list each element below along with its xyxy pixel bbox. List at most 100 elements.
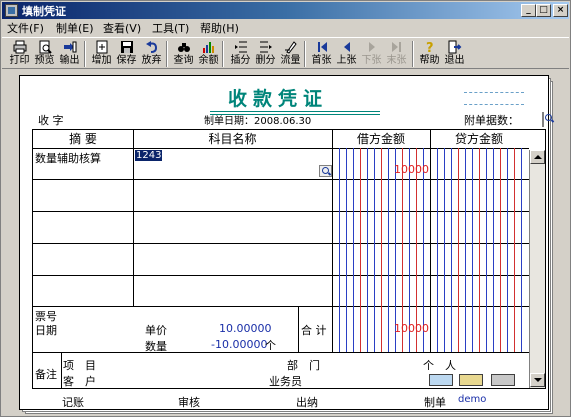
first-button[interactable]: 首张 [310,39,333,68]
voucher-grid: 摘 要 科目名称 借方金额 贷方金额 数量辅助核算 1243 10000 票号 … [32,129,546,389]
menu-bar: 文件(F) 制单(E) 查看(V) 工具(T) 帮助(H) [2,19,569,36]
add-button[interactable]: 增加 [90,39,113,68]
toolbar-separator [412,41,414,67]
balance-chart-icon [202,40,216,54]
grid-line [33,352,529,353]
row-account-cell[interactable]: 1243 [135,150,163,161]
grid-line [33,243,529,244]
person-label[interactable]: 个 人 [423,357,456,373]
digit-line [500,148,501,352]
minimize-button[interactable]: _ [521,4,536,17]
header-credit: 贷方金额 [454,132,503,146]
preview-icon [38,40,52,54]
print-button[interactable]: 打印 [8,39,31,68]
voucher-window: 填制凭证 _ □ × 文件(F) 制单(E) 查看(V) 工具(T) 帮助(H)… [0,0,571,417]
row-summary-cell[interactable]: 数量辅助核算 [35,150,101,166]
last-button[interactable]: 末张 [385,39,408,68]
scroll-down-button[interactable] [530,373,545,387]
header-account: 科目名称 [208,132,257,146]
ticket-date-label: 日期 [35,324,57,337]
exit-button[interactable]: 退出 [443,39,466,68]
next-icon [365,40,379,54]
window-title: 填制凭证 [22,5,66,18]
header-debit: 借方金额 [356,132,405,146]
voucher-type-field[interactable]: 收 字 [38,112,64,128]
audit-label: 审核 [178,396,200,409]
digit-line [451,148,452,352]
title-bar: 填制凭证 _ □ × [2,2,569,19]
unit-price-value[interactable]: 10.00000 [219,322,272,335]
grid-line [332,130,333,352]
maker-label: 制单 [424,396,446,409]
prev-button[interactable]: 上张 [335,39,358,68]
digit-line [507,148,508,352]
project-label[interactable]: 项 目 [63,357,96,373]
delete-row-icon [259,40,273,54]
export-button[interactable]: 输出 [58,39,81,68]
grid-line [33,148,529,149]
digit-line [458,148,459,352]
total-debit-value: 10000 [394,322,429,335]
binoculars-icon [177,40,191,54]
maximize-button[interactable]: □ [536,4,551,17]
grid-line [33,306,529,307]
department-label[interactable]: 部 门 [287,357,320,373]
salesman-label[interactable]: 业务员 [269,373,302,389]
search-icon[interactable] [542,112,544,127]
grid-line [33,179,529,180]
note-icon[interactable] [459,374,483,386]
row-debit-cell[interactable]: 10000 [363,163,429,176]
menu-voucher[interactable]: 制单(E) [56,20,94,36]
grid-line [133,130,134,306]
digit-line [437,148,438,352]
menu-help[interactable]: 帮助(H) [200,20,239,36]
card-icon[interactable] [429,374,453,386]
digit-line [465,148,466,352]
account-search-icon[interactable] [319,165,332,177]
cashflow-button[interactable]: 流量 [279,39,302,68]
grid-line [298,306,299,352]
undo-icon [145,40,159,54]
grid-line [61,352,62,388]
toolbar-separator [84,41,86,67]
grid-line [430,130,431,352]
app-icon [5,4,18,17]
quantity-value[interactable]: -10.00000 [211,338,267,351]
scroll-up-button[interactable] [530,150,545,164]
help-icon: ? [423,40,437,56]
help-button[interactable]: ? 帮助 [418,39,441,68]
save-button[interactable]: 保存 [115,39,138,68]
total-label: 合 计 [301,324,327,337]
delete-row-button[interactable]: 删分 [254,39,277,68]
balance-button[interactable]: 余额 [197,39,220,68]
query-button[interactable]: 查询 [172,39,195,68]
voucher-date[interactable]: 制单日期：2008.06.30 [204,112,311,127]
voucher-sheet: 收款凭证 收 字 制单日期：2008.06.30 附单据数： 摘 要 科目名称 … [19,75,549,410]
digit-line [444,148,445,352]
next-button[interactable]: 下张 [360,39,383,68]
menu-file[interactable]: 文件(F) [7,20,44,36]
menu-view[interactable]: 查看(V) [103,20,141,36]
svg-text:?: ? [426,41,434,54]
customer-label[interactable]: 客 户 [63,373,96,389]
tool-icon[interactable] [491,374,515,386]
close-button[interactable]: × [553,4,568,17]
digit-line [353,148,354,352]
digit-line [514,148,515,352]
cashflow-icon [284,40,298,54]
save-icon [120,40,134,54]
insert-row-icon [234,40,248,54]
export-icon [63,40,77,54]
toolbar-separator [304,41,306,67]
menu-tools[interactable]: 工具(T) [152,20,189,36]
insert-row-button[interactable]: 插分 [229,39,252,68]
discard-button[interactable]: 放弃 [140,39,163,68]
preview-button[interactable]: 预览 [33,39,56,68]
cashier-label: 出纳 [296,396,318,409]
dashed-line [464,104,524,105]
grid-line [33,275,529,276]
grid-line [33,211,529,212]
quantity-label: 数量 [145,340,167,353]
vertical-scrollbar[interactable] [529,150,545,388]
first-icon [315,40,329,54]
